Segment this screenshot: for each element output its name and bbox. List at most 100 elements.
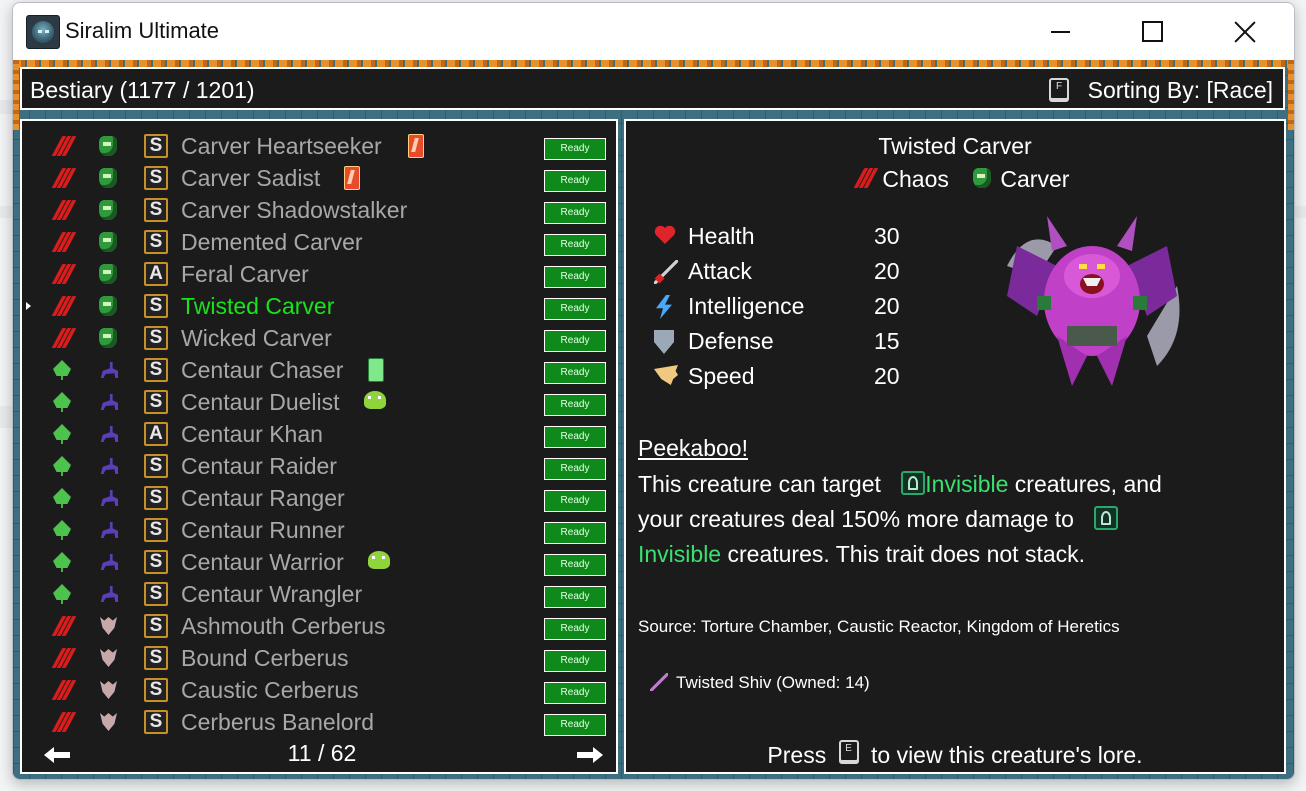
creature-row[interactable]: S Carver Heartseeker Ready: [22, 130, 616, 162]
creature-row[interactable]: S Bound Cerberus Ready: [22, 642, 616, 674]
creature-row[interactable]: A Centaur Khan Ready: [22, 418, 616, 450]
creature-name: Centaur Chaser: [181, 357, 344, 383]
carver-race-icon: [96, 166, 120, 190]
window-title: Siralim Ultimate: [65, 18, 220, 43]
creature-name: Centaur Duelist: [181, 389, 340, 415]
ready-button[interactable]: Ready: [544, 586, 606, 608]
creature-source: Source: Torture Chamber, Caustic Reactor…: [638, 617, 1120, 636]
stat-row: Defense 15: [650, 326, 910, 358]
creature-row[interactable]: S Centaur Raider Ready: [22, 450, 616, 482]
creature-row[interactable]: S Cerberus Banelord Ready: [22, 706, 616, 738]
stat-value: 30: [874, 223, 900, 249]
cerberus-race-icon: [96, 710, 120, 734]
creature-row[interactable]: S Caustic Cerberus Ready: [22, 674, 616, 706]
creature-row[interactable]: S Wicked Carver Ready: [22, 322, 616, 354]
centaur-race-icon: [96, 454, 120, 478]
class-badge-icon: S: [144, 550, 168, 574]
creature-row[interactable]: S Centaur Wrangler Ready: [22, 578, 616, 610]
creature-name: Carver Shadowstalker: [181, 197, 408, 223]
next-page-arrow-icon[interactable]: [575, 745, 605, 765]
ready-button[interactable]: Ready: [544, 618, 606, 640]
slime-badge-icon: [368, 551, 390, 569]
creature-name: Carver Sadist: [181, 165, 321, 191]
creature-row[interactable]: A Feral Carver Ready: [22, 258, 616, 290]
creature-name: Twisted Carver: [878, 133, 1032, 159]
ready-button[interactable]: Ready: [544, 490, 606, 512]
invisible-keyword[interactable]: Invisible: [638, 541, 721, 567]
carver-race-icon: [96, 134, 120, 158]
minimize-button[interactable]: [1014, 3, 1106, 60]
nature-leaf-icon: [50, 582, 74, 606]
nature-leaf-icon: [50, 550, 74, 574]
ready-button[interactable]: Ready: [544, 330, 606, 352]
ready-button[interactable]: Ready: [544, 298, 606, 320]
ready-button[interactable]: Ready: [544, 202, 606, 224]
class-badge-icon: S: [144, 358, 168, 382]
creature-row[interactable]: S Centaur Ranger Ready: [22, 482, 616, 514]
creature-row[interactable]: S Centaur Chaser Ready: [22, 354, 616, 386]
trait-description: This creature can target Invisible creat…: [638, 467, 1198, 572]
creature-row[interactable]: S Centaur Warrior Ready: [22, 546, 616, 578]
card-badge-icon: [344, 166, 360, 190]
creature-row[interactable]: S Ashmouth Cerberus Ready: [22, 610, 616, 642]
ready-button[interactable]: Ready: [544, 234, 606, 256]
lore-suffix: to view this creature's lore.: [871, 742, 1143, 768]
ready-button[interactable]: Ready: [544, 714, 606, 736]
sort-label[interactable]: Sorting By: [Race]: [1088, 77, 1273, 104]
element-type: Chaos: [852, 166, 949, 193]
close-button[interactable]: [1199, 3, 1291, 60]
stat-value: 20: [874, 258, 900, 284]
invisible-keyword[interactable]: Invisible: [925, 471, 1008, 497]
class-badge-icon: S: [144, 390, 168, 414]
sort-key-icon[interactable]: F: [1049, 78, 1069, 100]
stat-label: Speed: [688, 363, 755, 389]
creature-row[interactable]: S Centaur Duelist Ready: [22, 386, 616, 418]
bestiary-header: Bestiary (1177 / 1201) F Sorting By: [Ra…: [20, 67, 1285, 110]
creature-name: Cerberus Banelord: [181, 709, 375, 735]
lore-key-icon[interactable]: E: [838, 740, 859, 762]
creature-name: Feral Carver: [181, 261, 309, 287]
stat-label: Health: [688, 223, 755, 249]
stat-row: Speed 20: [650, 361, 910, 393]
chaos-claw-icon: [50, 198, 77, 222]
ready-button[interactable]: Ready: [544, 522, 606, 544]
ready-button[interactable]: Ready: [544, 266, 606, 288]
ready-button[interactable]: Ready: [544, 682, 606, 704]
maximize-button[interactable]: [1106, 3, 1198, 60]
creature-name: Centaur Wrangler: [181, 581, 363, 607]
creature-row[interactable]: S Demented Carver Ready: [22, 226, 616, 258]
creature-row[interactable]: S Carver Shadowstalker Ready: [22, 194, 616, 226]
class-badge-icon: S: [144, 582, 168, 606]
cerberus-race-icon: [96, 614, 120, 638]
creature-row[interactable]: S Twisted Carver Ready: [22, 290, 616, 322]
trait-text: creatures. This trait does not stack.: [727, 541, 1086, 567]
class-badge-icon: S: [144, 486, 168, 510]
creature-name: Ashmouth Cerberus: [181, 613, 386, 639]
ready-button[interactable]: Ready: [544, 426, 606, 448]
centaur-race-icon: [96, 390, 120, 414]
class-badge-icon: S: [144, 326, 168, 350]
ready-button[interactable]: Ready: [544, 138, 606, 160]
creature-name: Wicked Carver: [181, 325, 332, 351]
ready-button[interactable]: Ready: [544, 650, 606, 672]
creature-row[interactable]: S Centaur Runner Ready: [22, 514, 616, 546]
class-badge-icon: A: [144, 422, 168, 446]
centaur-race-icon: [96, 518, 120, 542]
creature-detail-panel: Twisted Carver Chaos Carver Health 30 Atta…: [624, 119, 1286, 774]
ready-button[interactable]: Ready: [544, 170, 606, 192]
creature-row[interactable]: S Carver Sadist Ready: [22, 162, 616, 194]
ready-button[interactable]: Ready: [544, 554, 606, 576]
ready-button[interactable]: Ready: [544, 394, 606, 416]
race-label: Carver: [1000, 166, 1070, 192]
chaos-claw-icon: [50, 262, 77, 286]
class-badge-icon: S: [144, 294, 168, 318]
carver-race-icon: [96, 198, 120, 222]
creature-name: Carver Heartseeker: [181, 133, 382, 159]
centaur-race-icon: [96, 582, 120, 606]
class-badge-icon: S: [144, 646, 168, 670]
ready-button[interactable]: Ready: [544, 458, 606, 480]
ready-button[interactable]: Ready: [544, 362, 606, 384]
creature-name: Centaur Raider: [181, 453, 337, 479]
creature-name: Twisted Carver: [181, 293, 335, 319]
previous-page-arrow-icon[interactable]: [42, 745, 72, 765]
